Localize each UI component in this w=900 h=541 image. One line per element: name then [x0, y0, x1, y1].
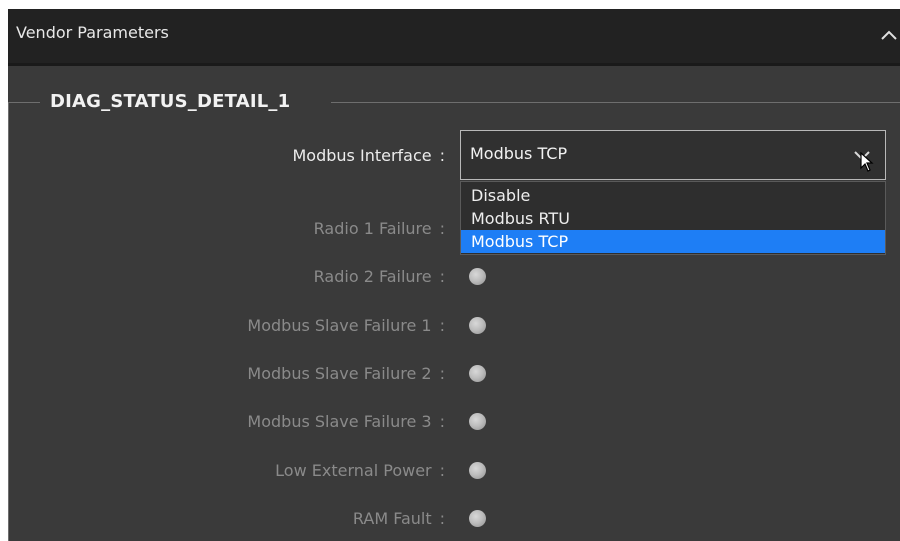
radio-2-failure-text: Radio 2 Failure	[313, 267, 432, 286]
option-disable[interactable]: Disable	[461, 184, 885, 207]
modbus-interface-value: Modbus TCP	[470, 144, 568, 163]
modbus-slave-failure-1-colon: :	[439, 316, 445, 335]
modbus-interface-select[interactable]: Modbus TCP	[460, 130, 886, 180]
modbus-interface-colon: :	[439, 146, 445, 165]
modbus-interface-dropdown: Disable Modbus RTU Modbus TCP	[460, 181, 886, 255]
ram-fault-colon: :	[439, 509, 445, 528]
group-border-left	[8, 102, 9, 541]
radio-1-failure-text: Radio 1 Failure	[313, 219, 432, 238]
modbus-slave-failure-3-text: Modbus Slave Failure 3	[247, 412, 432, 431]
modbus-slave-failure-1-text: Modbus Slave Failure 1	[247, 316, 432, 335]
modbus-slave-failure-1-indicator	[469, 317, 486, 334]
option-modbus-rtu[interactable]: Modbus RTU	[461, 207, 885, 230]
radio-2-failure-indicator	[469, 268, 486, 285]
radio-2-failure-label: Radio 2 Failure:	[85, 267, 445, 286]
group-title: DIAG_STATUS_DETAIL_1	[50, 91, 291, 112]
low-external-power-indicator	[469, 462, 486, 479]
low-external-power-label: Low External Power:	[85, 461, 445, 480]
chevron-up-icon	[881, 30, 897, 40]
modbus-slave-failure-2-text: Modbus Slave Failure 2	[247, 364, 432, 383]
low-external-power-text: Low External Power	[275, 461, 432, 480]
radio-1-failure-label: Radio 1 Failure:	[85, 219, 445, 238]
modbus-slave-failure-2-indicator	[469, 365, 486, 382]
radio-2-failure-colon: :	[439, 267, 445, 286]
vendor-parameters-panel: Vendor Parameters DIAG_STATUS_DETAIL_1 M…	[8, 9, 900, 541]
mouse-pointer-icon	[860, 152, 874, 172]
collapse-button[interactable]	[878, 23, 900, 47]
option-modbus-tcp[interactable]: Modbus TCP	[461, 230, 885, 253]
group-divider-right	[331, 102, 900, 103]
group-divider-left	[8, 102, 40, 103]
modbus-slave-failure-3-indicator	[469, 413, 486, 430]
ram-fault-indicator	[469, 510, 486, 527]
panel-header[interactable]: Vendor Parameters	[8, 9, 900, 66]
panel-title: Vendor Parameters	[16, 23, 169, 42]
modbus-slave-failure-2-label: Modbus Slave Failure 2:	[85, 364, 445, 383]
ram-fault-text: RAM Fault	[352, 509, 432, 528]
radio-1-failure-colon: :	[439, 219, 445, 238]
modbus-interface-label: Modbus Interface:	[85, 146, 446, 165]
low-external-power-colon: :	[439, 461, 445, 480]
modbus-slave-failure-2-colon: :	[439, 364, 445, 383]
modbus-slave-failure-3-colon: :	[439, 412, 445, 431]
modbus-slave-failure-1-label: Modbus Slave Failure 1:	[85, 316, 445, 335]
modbus-interface-label-text: Modbus Interface	[292, 146, 432, 165]
ram-fault-label: RAM Fault:	[85, 509, 445, 528]
modbus-slave-failure-3-label: Modbus Slave Failure 3:	[85, 412, 445, 431]
